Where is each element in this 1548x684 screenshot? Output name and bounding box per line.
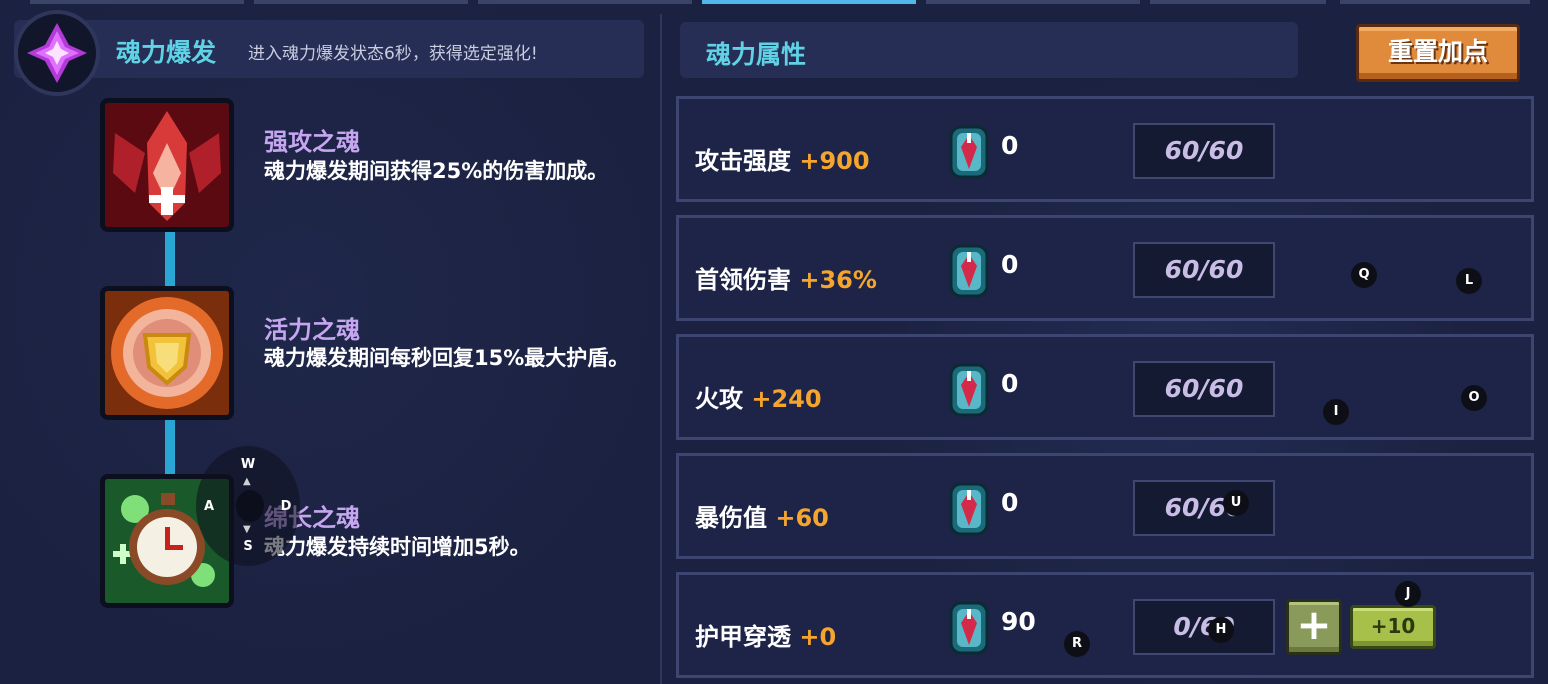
key-hint-w: W — [240, 457, 256, 472]
stat-points: 0 — [1001, 131, 1019, 160]
key-hint-q: Q — [1351, 262, 1377, 288]
add-ten-points-button[interactable]: +10 — [1350, 605, 1436, 649]
stat-cap: 0/60 — [1133, 599, 1275, 655]
vitality-soul-icon[interactable] — [100, 286, 234, 420]
soul-gem-icon — [949, 601, 989, 655]
skill-connector — [165, 418, 175, 480]
stat-points: 0 — [1001, 369, 1019, 398]
stat-name: 护甲穿透 — [695, 623, 791, 651]
skill-name: 活力之魂 — [264, 316, 360, 344]
stat-row: 暴伤值 +60 0 60/60 — [676, 453, 1534, 559]
stat-cap: 60/60 — [1133, 123, 1275, 179]
dpad-center — [236, 490, 264, 522]
stat-bonus: +240 — [751, 385, 822, 413]
key-hint-l: L — [1456, 268, 1482, 294]
stat-label: 首领伤害 +36% — [695, 260, 877, 295]
stat-name: 暴伤值 — [695, 504, 767, 532]
tab-indicator[interactable] — [30, 0, 244, 4]
stat-label: 火攻 +240 — [695, 379, 822, 414]
panel-divider — [660, 14, 662, 684]
stat-row: 首领伤害 +36% 0 60/60 — [676, 215, 1534, 321]
top-tab-strip — [0, 0, 1548, 4]
stat-label: 护甲穿透 +0 — [695, 617, 836, 652]
soul-burst-description: 进入魂力爆发状态6秒，获得选定强化! — [248, 44, 538, 64]
skill-name: 强攻之魂 — [264, 128, 360, 156]
tab-indicator[interactable] — [1340, 0, 1530, 4]
key-hint-a: A — [203, 499, 215, 514]
soul-gem-icon — [949, 244, 989, 298]
key-hint-h: H — [1208, 617, 1234, 643]
skill-connector — [165, 232, 175, 292]
tab-indicator-active[interactable] — [702, 0, 916, 4]
stat-cap: 60/60 — [1133, 242, 1275, 298]
tab-indicator[interactable] — [478, 0, 692, 4]
key-hint-o: O — [1461, 385, 1487, 411]
soul-attributes-title: 魂力属性 — [706, 40, 807, 69]
stat-bonus: +0 — [799, 623, 837, 651]
stat-name: 火攻 — [695, 385, 743, 413]
stat-bonus: +36% — [799, 266, 877, 294]
key-hint-s: S — [243, 539, 253, 554]
reset-points-button[interactable]: 重置加点 — [1356, 24, 1520, 82]
stat-bonus: +900 — [799, 147, 870, 175]
stat-row: 攻击强度 +900 0 60/60 — [676, 96, 1534, 202]
stat-cap: 60/60 — [1133, 361, 1275, 417]
dpad-up-arrow-icon: ▲ — [243, 476, 251, 487]
key-hint-r: R — [1064, 631, 1090, 657]
add-point-button[interactable]: + — [1286, 599, 1342, 655]
soul-burst-crystal-icon — [14, 10, 100, 96]
stat-points: 0 — [1001, 488, 1019, 517]
strong-attack-soul-icon[interactable] — [100, 98, 234, 232]
stat-name: 攻击强度 — [695, 147, 791, 175]
soul-burst-title: 魂力爆发 — [116, 38, 217, 67]
stat-label: 暴伤值 +60 — [695, 498, 829, 533]
stat-name: 首领伤害 — [695, 266, 791, 294]
skill-description: 魂力爆发期间每秒回复15%最大护盾。 — [264, 346, 630, 370]
stat-points: 0 — [1001, 250, 1019, 279]
soul-gem-icon — [949, 363, 989, 417]
tab-indicator[interactable] — [254, 0, 468, 4]
soul-gem-icon — [949, 125, 989, 179]
key-hint-j: J — [1395, 581, 1421, 607]
skill-description: 魂力爆发期间获得25%的伤害加成。 — [264, 159, 609, 183]
stat-row: 火攻 +240 0 60/60 — [676, 334, 1534, 440]
key-hint-u: U — [1223, 490, 1249, 516]
stat-bonus: +60 — [775, 504, 829, 532]
key-hint-i: I — [1323, 399, 1349, 425]
key-hint-d: D — [280, 499, 292, 514]
stat-points: 90 — [1001, 607, 1036, 636]
tab-indicator[interactable] — [926, 0, 1140, 4]
stat-cap: 60/60 — [1133, 480, 1275, 536]
stat-label: 攻击强度 +900 — [695, 141, 870, 176]
soul-gem-icon — [949, 482, 989, 536]
tab-indicator[interactable] — [1150, 0, 1326, 4]
skill-description: 魂力爆发持续时间增加5秒。 — [264, 535, 531, 559]
